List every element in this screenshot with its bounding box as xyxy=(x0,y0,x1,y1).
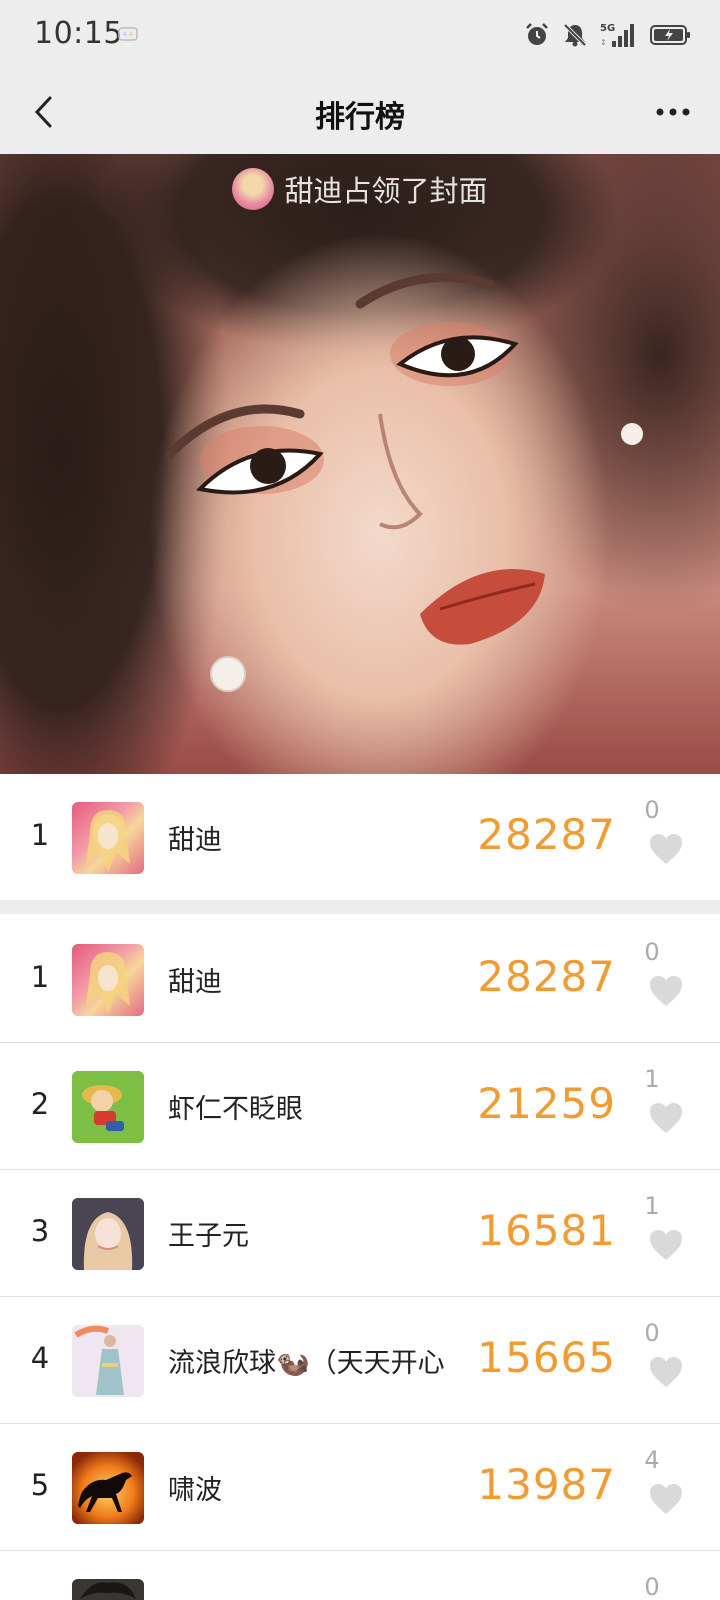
network-label: 5G xyxy=(600,23,615,34)
svg-text:↕: ↕ xyxy=(600,38,607,47)
cover-portrait xyxy=(165,272,643,692)
notification-icon xyxy=(118,27,138,41)
heart-icon[interactable] xyxy=(648,1355,684,1389)
leaderboard-row[interactable]: 2 虾仁不眨眼 21259 1 xyxy=(0,1043,720,1169)
user-name: 啸波 xyxy=(168,1475,222,1506)
avatar-image xyxy=(72,1071,144,1143)
avatar-image xyxy=(72,1198,144,1270)
avatar-image xyxy=(72,1452,144,1524)
my-rank-row[interactable]: 1 甜迪 28287 0 xyxy=(0,774,720,900)
leaderboard-row[interactable]: 5 啸波 13987 4 xyxy=(0,1424,720,1550)
avatar-image xyxy=(72,1325,144,1397)
heart-icon[interactable] xyxy=(648,1228,684,1262)
avatar[interactable] xyxy=(72,802,144,874)
rank-number: 1 xyxy=(30,960,50,994)
more-button[interactable] xyxy=(648,92,698,132)
more-horizontal-icon xyxy=(656,108,690,116)
rank-number: 4 xyxy=(30,1341,50,1375)
alarm-icon xyxy=(526,23,548,45)
leaderboard-row[interactable]: 4 流浪欣球🦦（天天开心 15665 0 xyxy=(0,1297,720,1423)
status-bar: 10:15 5G ↕ xyxy=(0,0,720,70)
section-divider xyxy=(0,900,720,914)
signal-icon: 5G ↕ xyxy=(600,23,634,47)
battery-icon xyxy=(650,25,690,45)
page-title: 排行榜 xyxy=(315,100,405,135)
step-count: 15665 xyxy=(477,1333,616,1382)
rank-number: 2 xyxy=(30,1087,50,1121)
cover-caption-text: 甜迪占领了封面 xyxy=(284,174,488,208)
heart-icon[interactable] xyxy=(648,974,684,1008)
like-count: 0 xyxy=(644,796,660,824)
heart-icon[interactable] xyxy=(648,1482,684,1516)
user-name: 虾仁不眨眼 xyxy=(168,1094,303,1125)
avatar[interactable] xyxy=(72,1579,144,1600)
avatar-image xyxy=(72,1579,144,1600)
rank-number: 5 xyxy=(30,1468,50,1502)
heart-icon[interactable] xyxy=(648,1101,684,1135)
user-name: 王子元 xyxy=(168,1221,249,1252)
heart-icon[interactable] xyxy=(648,832,684,866)
cover-image[interactable]: 甜迪占领了封面 xyxy=(0,154,720,774)
like-count: 0 xyxy=(644,1319,660,1347)
rank-number: 1 xyxy=(30,818,50,852)
mute-icon xyxy=(563,23,587,47)
step-count: 21259 xyxy=(477,1079,616,1128)
avatar-image xyxy=(86,952,130,1014)
rank-number: 3 xyxy=(30,1214,50,1248)
leaderboard-row[interactable]: 3 王子元 16581 1 xyxy=(0,1170,720,1296)
step-count: 28287 xyxy=(477,952,616,1001)
like-count: 0 xyxy=(644,1573,660,1600)
step-count: 16581 xyxy=(477,1206,616,1255)
avatar xyxy=(232,168,275,210)
like-count: 1 xyxy=(644,1065,660,1093)
avatar[interactable] xyxy=(72,1198,144,1270)
like-count: 0 xyxy=(644,938,660,966)
step-count: 13987 xyxy=(477,1460,616,1509)
avatar-image xyxy=(86,810,130,872)
avatar[interactable] xyxy=(72,944,144,1016)
user-name: 甜迪 xyxy=(168,825,222,856)
status-icons: 5G ↕ xyxy=(524,20,692,50)
step-count: 28287 xyxy=(477,810,616,859)
like-count: 1 xyxy=(644,1192,660,1220)
like-count: 4 xyxy=(644,1446,660,1474)
nav-bar: 排行榜 xyxy=(0,70,720,154)
status-time: 10:15 xyxy=(34,16,123,51)
avatar[interactable] xyxy=(72,1452,144,1524)
leaderboard-row[interactable]: 0 xyxy=(0,1551,720,1600)
leaderboard-row[interactable]: 1 甜迪 28287 0 xyxy=(0,916,720,1042)
user-name: 流浪欣球🦦（天天开心 xyxy=(168,1348,445,1379)
cover-caption: 甜迪占领了封面 xyxy=(0,168,720,210)
avatar[interactable] xyxy=(72,1071,144,1143)
avatar[interactable] xyxy=(72,1325,144,1397)
user-name: 甜迪 xyxy=(168,967,222,998)
